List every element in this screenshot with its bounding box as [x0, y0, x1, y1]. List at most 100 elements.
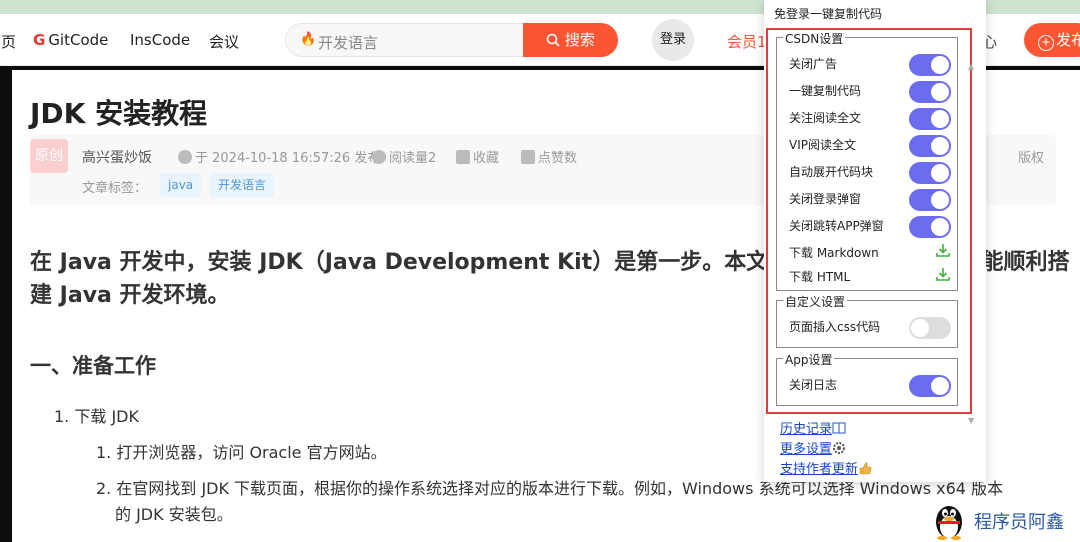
toggle-expand-code[interactable] [909, 162, 951, 184]
app-settings-group: App设置 关闭日志 [776, 351, 958, 406]
setting-row: 关闭广告 [777, 50, 951, 76]
csdn-settings-group: CSDN设置 关闭广告 一键复制代码 关注阅读全文 VIP阅读全文 自动展开代码… [776, 30, 958, 291]
setting-label: 一键复制代码 [789, 84, 862, 98]
download-markdown-label: 下载 Markdown [789, 246, 879, 260]
toggle-copy-code[interactable] [909, 81, 951, 103]
download-icon[interactable] [935, 266, 951, 282]
download-markdown-row[interactable]: 下载 Markdown [777, 239, 950, 265]
like-button[interactable]: 点赞数 [521, 147, 577, 166]
search-input[interactable]: 🔥 开发语言 [285, 23, 525, 57]
toggle-knob [931, 56, 949, 74]
history-link[interactable]: 历史记录 [780, 418, 846, 437]
toggle-close-log[interactable] [909, 375, 951, 397]
toggle-knob [931, 83, 949, 101]
search-button[interactable]: 搜索 [523, 23, 618, 57]
toggle-vip-read[interactable] [909, 135, 951, 157]
toggle-knob [931, 377, 949, 395]
nav-home-link[interactable]: 首页 [0, 31, 16, 52]
toggle-knob [931, 110, 949, 128]
setting-row: 关注阅读全文 [777, 104, 951, 130]
more-settings-label: 更多设置 [780, 442, 833, 457]
csdn-group-legend: CSDN设置 [783, 30, 846, 47]
publish-time: 于 2024-10-18 16:57:26 发布 [178, 147, 380, 166]
setting-row: 一键复制代码 [777, 77, 951, 103]
setting-label: 关闭日志 [789, 378, 838, 392]
author-link[interactable]: 高兴蛋炒饭 [82, 147, 152, 167]
nav-meeting-link[interactable]: 会议 [209, 31, 239, 52]
download-icon[interactable] [935, 242, 951, 258]
qq-penguin-icon [936, 506, 962, 540]
setting-label: 关注阅读全文 [789, 111, 862, 125]
publish-time-text: 于 2024-10-18 16:57:26 发布 [195, 151, 381, 166]
favorite-button[interactable]: 收藏 [456, 147, 499, 166]
flame-icon: 🔥 [300, 32, 317, 47]
setting-label: 关闭登录弹窗 [789, 192, 862, 206]
list-item: 1. 打开浏览器，访问 Oracle 官方网站。 [96, 443, 387, 462]
download-html-row[interactable]: 下载 HTML [777, 263, 950, 289]
toggle-follow-read[interactable] [909, 108, 951, 130]
setting-row: VIP阅读全文 [777, 131, 951, 157]
support-author-link[interactable]: 支持作者更新 [780, 458, 872, 477]
favorite-label: 收藏 [473, 151, 500, 166]
custom-group-legend: 自定义设置 [783, 293, 848, 310]
article-title: JDK 安装教程 [30, 97, 208, 130]
toggle-insert-css[interactable] [909, 317, 951, 339]
download-html-label: 下载 HTML [789, 270, 851, 284]
thumbs-up-icon [859, 462, 872, 475]
setting-row: 关闭日志 [777, 371, 951, 397]
setting-label: 关闭跳转APP弹窗 [789, 219, 884, 233]
watermark-text: 程序员阿鑫 [974, 512, 1064, 533]
tag-dev-language[interactable]: 开发语言 [210, 173, 275, 197]
list-item: 1. 下载 JDK [54, 407, 139, 426]
setting-row: 关闭登录弹窗 [777, 185, 951, 211]
tags-label: 文章标签： [82, 181, 148, 196]
star-icon [456, 150, 470, 164]
history-label: 历史记录 [780, 422, 833, 437]
book-icon [832, 422, 846, 434]
more-settings-link[interactable]: 更多设置 [780, 438, 846, 457]
nav-gitcode-label: GitCode [48, 31, 109, 49]
toggle-knob [931, 191, 949, 209]
panel-header: 免登录一键复制代码 [774, 7, 883, 21]
section-heading: 一、准备工作 [30, 354, 156, 378]
read-count: 阅读量2 [372, 147, 436, 166]
toggle-knob [931, 137, 949, 155]
toggle-close-ads[interactable] [909, 54, 951, 76]
toggle-login-popup[interactable] [909, 189, 951, 211]
list-item: 的 JDK 安装包。 [115, 505, 233, 524]
copyright-link[interactable]: 版权 [1018, 147, 1044, 166]
setting-row: 关闭跳转APP弹窗 [777, 212, 951, 238]
gitcode-logo-icon: G [33, 31, 46, 49]
thumb-up-icon [521, 150, 535, 164]
vip-link[interactable]: 会员1 [727, 31, 767, 52]
nav-gitcode-link[interactable]: G GitCode [33, 31, 108, 49]
toggle-app-popup[interactable] [909, 216, 951, 238]
setting-label: 页面插入css代码 [789, 320, 881, 334]
setting-label: 自动展开代码块 [789, 165, 874, 179]
gear-icon [833, 442, 846, 454]
publish-button[interactable]: + 发布 [1024, 23, 1080, 57]
scroll-down-arrow-icon[interactable]: ▼ [968, 416, 974, 425]
setting-row: 页面插入css代码 [777, 313, 951, 339]
search-button-label: 搜索 [564, 31, 595, 49]
read-count-text: 阅读量2 [389, 151, 437, 166]
like-label: 点赞数 [538, 151, 578, 166]
toggle-knob [931, 218, 949, 236]
highlight-frame: ▲ ▼ CSDN设置 关闭广告 一键复制代码 关注阅读全文 VIP阅读全文 自动… [766, 28, 974, 425]
original-badge: 原创 [30, 139, 68, 173]
plus-circle-icon: + [1038, 35, 1054, 51]
setting-row: 自动展开代码块 [777, 158, 951, 184]
support-author-label: 支持作者更新 [780, 462, 859, 477]
clock-icon [178, 150, 192, 164]
setting-label: 关闭广告 [789, 57, 838, 71]
toggle-knob [911, 319, 929, 337]
publish-label: 发布 [1056, 31, 1080, 49]
tag-java[interactable]: java [160, 173, 202, 197]
app-group-legend: App设置 [783, 351, 835, 368]
login-button[interactable]: 登录 [652, 19, 694, 61]
custom-settings-group: 自定义设置 页面插入css代码 [776, 293, 958, 348]
scroll-up-arrow-icon[interactable]: ▲ [968, 62, 974, 71]
search-placeholder: 开发语言 [318, 34, 379, 52]
nav-inscode-link[interactable]: InsCode [130, 31, 190, 49]
search-icon [546, 33, 560, 47]
